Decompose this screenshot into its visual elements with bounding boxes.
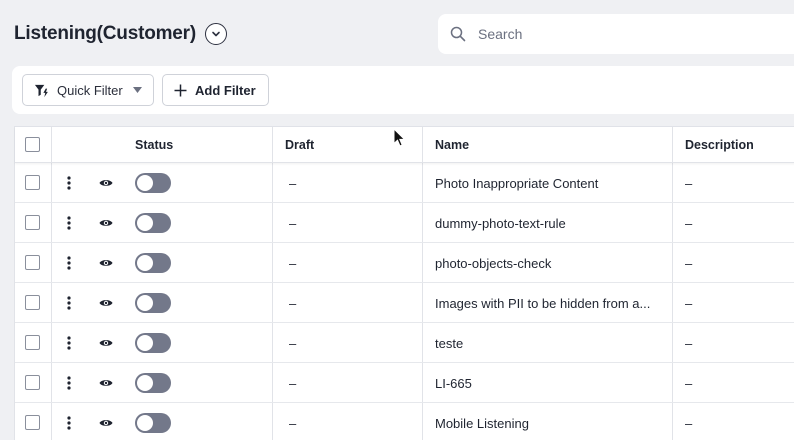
add-filter-label: Add Filter bbox=[195, 82, 256, 98]
add-filter-button[interactable]: Add Filter bbox=[162, 74, 269, 106]
title-dropdown-button[interactable] bbox=[204, 23, 227, 45]
description-cell: – bbox=[685, 176, 693, 191]
description-cell: – bbox=[685, 336, 693, 351]
toggle-knob bbox=[137, 375, 153, 391]
eye-icon[interactable] bbox=[99, 216, 113, 230]
name-cell[interactable]: photo-objects-check bbox=[435, 256, 551, 271]
column-divider bbox=[672, 127, 673, 163]
toggle-knob bbox=[137, 335, 153, 351]
row-checkbox[interactable] bbox=[25, 415, 40, 430]
toggle-knob bbox=[137, 415, 153, 431]
title-row: Listening(Customer) bbox=[14, 20, 227, 48]
app-root: Listening(Customer) Quick Filter bbox=[0, 0, 794, 440]
row-checkbox[interactable] bbox=[25, 375, 40, 390]
table-row[interactable]: – dummy-photo-text-rule – bbox=[15, 203, 794, 243]
draft-cell: – bbox=[289, 376, 297, 391]
toggle-knob bbox=[137, 295, 153, 311]
column-header-status[interactable]: Status bbox=[135, 138, 173, 152]
select-all-checkbox[interactable] bbox=[25, 137, 40, 152]
eye-icon[interactable] bbox=[99, 416, 113, 430]
name-cell[interactable]: teste bbox=[435, 336, 463, 351]
column-divider bbox=[422, 127, 423, 163]
toggle-knob bbox=[137, 175, 153, 191]
row-checkbox[interactable] bbox=[25, 255, 40, 270]
name-cell[interactable]: Images with PII to be hidden from a... bbox=[435, 296, 650, 311]
search-icon bbox=[450, 25, 468, 43]
name-cell[interactable]: LI-665 bbox=[435, 376, 472, 391]
search-box[interactable] bbox=[438, 14, 794, 54]
eye-icon[interactable] bbox=[99, 176, 113, 190]
mouse-cursor-icon bbox=[393, 128, 406, 147]
eye-icon[interactable] bbox=[99, 336, 113, 350]
page-title: Listening(Customer) bbox=[14, 23, 196, 44]
draft-cell: – bbox=[289, 296, 297, 311]
column-divider bbox=[272, 127, 273, 163]
eye-icon[interactable] bbox=[99, 296, 113, 310]
more-options-icon[interactable] bbox=[63, 375, 75, 391]
table-row[interactable]: – teste – bbox=[15, 323, 794, 363]
draft-cell: – bbox=[289, 416, 297, 431]
more-options-icon[interactable] bbox=[63, 175, 75, 191]
more-options-icon[interactable] bbox=[63, 415, 75, 431]
description-cell: – bbox=[685, 416, 693, 431]
table-row[interactable]: – Mobile Listening – bbox=[15, 403, 794, 440]
more-options-icon[interactable] bbox=[63, 255, 75, 271]
draft-cell: – bbox=[289, 176, 297, 191]
description-cell: – bbox=[685, 256, 693, 271]
quick-filter-label: Quick Filter bbox=[57, 82, 123, 98]
eye-icon[interactable] bbox=[99, 256, 113, 270]
more-options-icon[interactable] bbox=[63, 335, 75, 351]
description-cell: – bbox=[685, 216, 693, 231]
name-cell[interactable]: Mobile Listening bbox=[435, 416, 529, 431]
status-toggle[interactable] bbox=[135, 373, 171, 393]
name-cell[interactable]: dummy-photo-text-rule bbox=[435, 216, 566, 231]
draft-cell: – bbox=[289, 256, 297, 271]
status-toggle[interactable] bbox=[135, 213, 171, 233]
chevron-down-icon bbox=[212, 31, 220, 37]
filter-lightning-icon bbox=[34, 84, 48, 97]
name-cell[interactable]: Photo Inappropriate Content bbox=[435, 176, 598, 191]
row-checkbox[interactable] bbox=[25, 215, 40, 230]
search-input[interactable] bbox=[478, 26, 778, 42]
toggle-knob bbox=[137, 215, 153, 231]
draft-cell: – bbox=[289, 336, 297, 351]
column-header-name[interactable]: Name bbox=[435, 138, 469, 152]
status-toggle[interactable] bbox=[135, 413, 171, 433]
description-cell: – bbox=[685, 296, 693, 311]
status-toggle[interactable] bbox=[135, 293, 171, 313]
status-toggle[interactable] bbox=[135, 253, 171, 273]
column-divider bbox=[51, 127, 52, 163]
plus-icon bbox=[174, 84, 187, 96]
status-toggle[interactable] bbox=[135, 173, 171, 193]
description-cell: – bbox=[685, 376, 693, 391]
filter-bar: Quick Filter Add Filter bbox=[12, 66, 794, 114]
table-row[interactable]: – LI-665 – bbox=[15, 363, 794, 403]
quick-filter-button[interactable]: Quick Filter bbox=[22, 74, 154, 106]
caret-down-icon bbox=[132, 87, 142, 93]
row-checkbox[interactable] bbox=[25, 175, 40, 190]
more-options-icon[interactable] bbox=[63, 215, 75, 231]
row-checkbox[interactable] bbox=[25, 335, 40, 350]
status-toggle[interactable] bbox=[135, 333, 171, 353]
column-header-description[interactable]: Description bbox=[685, 138, 754, 152]
draft-cell: – bbox=[289, 216, 297, 231]
eye-icon[interactable] bbox=[99, 376, 113, 390]
row-checkbox[interactable] bbox=[25, 295, 40, 310]
table-row[interactable]: – photo-objects-check – bbox=[15, 243, 794, 283]
more-options-icon[interactable] bbox=[63, 295, 75, 311]
table-row[interactable]: – Photo Inappropriate Content – bbox=[15, 163, 794, 203]
toggle-knob bbox=[137, 255, 153, 271]
table-row[interactable]: – Images with PII to be hidden from a...… bbox=[15, 283, 794, 323]
rules-table: Status Draft Name Description – Photo In… bbox=[14, 126, 794, 440]
column-header-draft[interactable]: Draft bbox=[285, 138, 314, 152]
